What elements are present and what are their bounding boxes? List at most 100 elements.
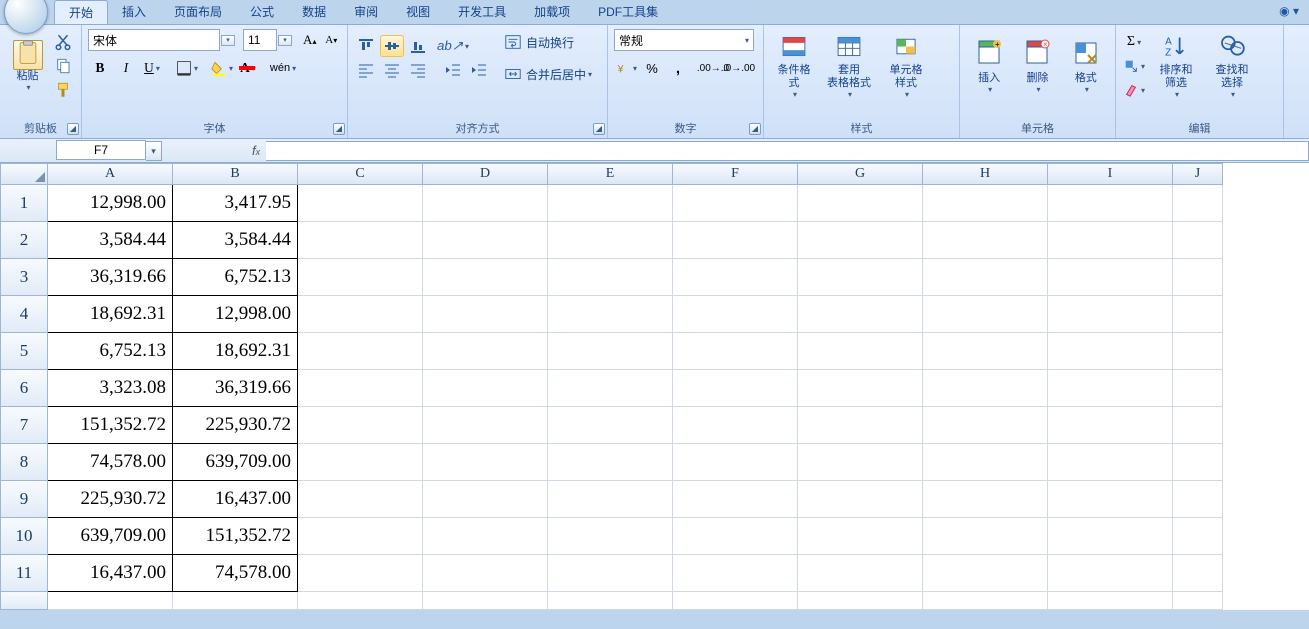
cell-C3[interactable]: [298, 259, 423, 296]
col-header-H[interactable]: H: [923, 163, 1048, 185]
cell-B4[interactable]: 12,998.00: [173, 296, 298, 333]
cell-I10[interactable]: [1048, 518, 1173, 555]
cell-E6[interactable]: [548, 370, 673, 407]
tab-视图[interactable]: 视图: [392, 0, 444, 24]
cell-B9[interactable]: 16,437.00: [173, 481, 298, 518]
cell-E3[interactable]: [548, 259, 673, 296]
cell-I12[interactable]: [1048, 592, 1173, 610]
cell-A4[interactable]: 18,692.31: [48, 296, 173, 333]
cell-A10[interactable]: 639,709.00: [48, 518, 173, 555]
cell-I3[interactable]: [1048, 259, 1173, 296]
tab-页面布局[interactable]: 页面布局: [160, 0, 236, 24]
cell-G10[interactable]: [798, 518, 923, 555]
decrease-decimal[interactable]: .0→.00: [727, 57, 751, 79]
row-header-6[interactable]: 6: [0, 370, 48, 407]
row-header-5[interactable]: 5: [0, 333, 48, 370]
name-box-dd[interactable]: ▾: [146, 141, 162, 161]
cell-D2[interactable]: [423, 222, 548, 259]
cell-H9[interactable]: [923, 481, 1048, 518]
cell-F2[interactable]: [673, 222, 798, 259]
clear-button[interactable]: ▾: [1122, 79, 1146, 101]
fill-color-button[interactable]: ▾: [210, 57, 234, 79]
cell-I6[interactable]: [1048, 370, 1173, 407]
col-header-F[interactable]: F: [673, 163, 798, 185]
font-size-dd[interactable]: ▾: [278, 35, 292, 46]
accounting-format[interactable]: ¥▾: [614, 57, 638, 79]
conditional-format-button[interactable]: 条件格式▾: [770, 29, 818, 103]
cell-I7[interactable]: [1048, 407, 1173, 444]
cell-D12[interactable]: [423, 592, 548, 610]
cell-H10[interactable]: [923, 518, 1048, 555]
font-color-button[interactable]: A▾: [236, 57, 260, 79]
cell-A11[interactable]: 16,437.00: [48, 555, 173, 592]
cell-H6[interactable]: [923, 370, 1048, 407]
cell-I2[interactable]: [1048, 222, 1173, 259]
number-format-combo[interactable]: 常规▾: [614, 29, 754, 51]
cell-F3[interactable]: [673, 259, 798, 296]
align-middle[interactable]: [380, 35, 404, 57]
row-header-7[interactable]: 7: [0, 407, 48, 444]
cell-F11[interactable]: [673, 555, 798, 592]
italic-button[interactable]: I: [114, 57, 138, 79]
cell-G3[interactable]: [798, 259, 923, 296]
cell-F10[interactable]: [673, 518, 798, 555]
cell-D7[interactable]: [423, 407, 548, 444]
clipboard-launcher[interactable]: ◢: [67, 123, 79, 135]
border-button[interactable]: ▾: [175, 57, 199, 79]
cell-A6[interactable]: 3,323.08: [48, 370, 173, 407]
tab-审阅[interactable]: 审阅: [340, 0, 392, 24]
cell-C7[interactable]: [298, 407, 423, 444]
cell-J7[interactable]: [1173, 407, 1223, 444]
cell-styles-button[interactable]: 单元格 样式▾: [880, 29, 932, 103]
cell-E4[interactable]: [548, 296, 673, 333]
wrap-text-button[interactable]: 自动换行: [499, 29, 619, 55]
cell-G7[interactable]: [798, 407, 923, 444]
number-launcher[interactable]: ◢: [749, 123, 761, 135]
merge-center-button[interactable]: 合并后居中▾: [499, 61, 619, 87]
cell-D8[interactable]: [423, 444, 548, 481]
cell-A9[interactable]: 225,930.72: [48, 481, 173, 518]
cell-D11[interactable]: [423, 555, 548, 592]
cell-C9[interactable]: [298, 481, 423, 518]
cell-I9[interactable]: [1048, 481, 1173, 518]
alignment-launcher[interactable]: ◢: [593, 123, 605, 135]
percent-format[interactable]: %: [640, 57, 664, 79]
cell-J3[interactable]: [1173, 259, 1223, 296]
cell-H2[interactable]: [923, 222, 1048, 259]
cell-G8[interactable]: [798, 444, 923, 481]
cell-A3[interactable]: 36,319.66: [48, 259, 173, 296]
cell-F8[interactable]: [673, 444, 798, 481]
row-header-8[interactable]: 8: [0, 444, 48, 481]
col-header-G[interactable]: G: [798, 163, 923, 185]
cell-C4[interactable]: [298, 296, 423, 333]
delete-cells-button[interactable]: × 删除▾: [1014, 29, 1060, 103]
cell-I5[interactable]: [1048, 333, 1173, 370]
select-all-corner[interactable]: [0, 163, 48, 185]
cell-E1[interactable]: [548, 185, 673, 222]
cell-E9[interactable]: [548, 481, 673, 518]
shrink-font-button[interactable]: A▾: [322, 29, 342, 51]
cell-G11[interactable]: [798, 555, 923, 592]
cell-I8[interactable]: [1048, 444, 1173, 481]
cell-I4[interactable]: [1048, 296, 1173, 333]
cell-I11[interactable]: [1048, 555, 1173, 592]
cell-F7[interactable]: [673, 407, 798, 444]
cell-F5[interactable]: [673, 333, 798, 370]
cell-J8[interactable]: [1173, 444, 1223, 481]
cell-B12[interactable]: [173, 592, 298, 610]
cell-D10[interactable]: [423, 518, 548, 555]
cell-E10[interactable]: [548, 518, 673, 555]
row-header-10[interactable]: 10: [0, 518, 48, 555]
align-bottom[interactable]: [406, 35, 430, 57]
phonetic-button[interactable]: wén▾: [271, 57, 295, 79]
align-left[interactable]: [354, 59, 378, 81]
cell-B8[interactable]: 639,709.00: [173, 444, 298, 481]
font-name-combo[interactable]: [88, 29, 220, 51]
cell-J2[interactable]: [1173, 222, 1223, 259]
copy-button[interactable]: [51, 55, 75, 77]
paste-button[interactable]: 粘贴▾: [6, 29, 49, 103]
grow-font-button[interactable]: A▴: [300, 29, 320, 51]
cell-C12[interactable]: [298, 592, 423, 610]
cell-C11[interactable]: [298, 555, 423, 592]
cell-B10[interactable]: 151,352.72: [173, 518, 298, 555]
